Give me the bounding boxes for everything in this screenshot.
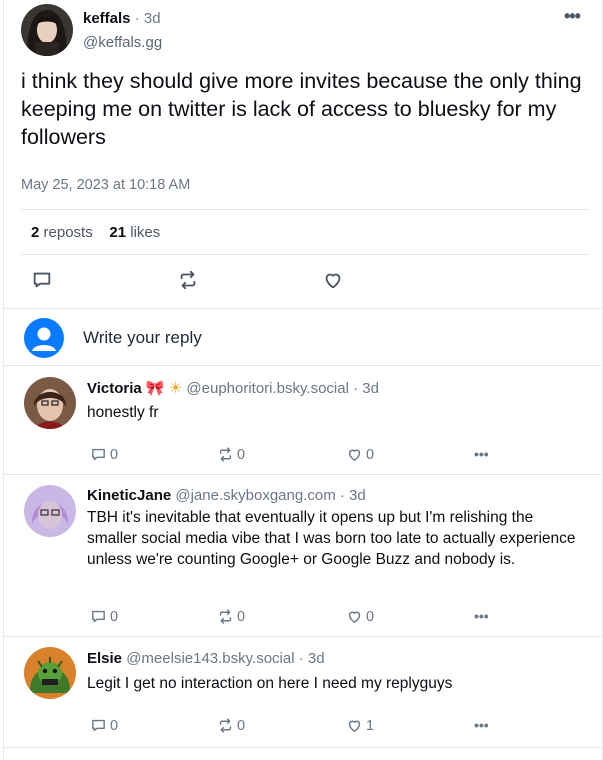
divider <box>21 254 590 255</box>
divider <box>21 209 590 210</box>
heart-icon <box>325 273 341 289</box>
reply-button[interactable]: 0 <box>90 446 118 463</box>
reply-author-handle[interactable]: @meelsie143.bsky.social <box>126 650 294 667</box>
comment-icon <box>92 448 105 461</box>
reply-author-line: KineticJane @jane.skyboxgang.com · 3d <box>87 487 366 504</box>
like-count: 1 <box>366 717 375 734</box>
ellipsis-icon[interactable]: ••• <box>564 6 581 27</box>
author-line: keffals · 3d <box>83 10 161 27</box>
reply-author-handle[interactable]: @euphoritori.bsky.social <box>186 380 349 397</box>
heart-icon <box>348 720 361 732</box>
reply-author-name[interactable]: Elsie <box>87 650 122 667</box>
reply-count: 0 <box>110 446 119 463</box>
avatar[interactable] <box>24 647 76 699</box>
repost-icon <box>219 447 232 462</box>
heart-icon <box>348 449 361 461</box>
reply-age: 3d <box>307 650 325 667</box>
reposts-label[interactable]: reposts <box>44 224 93 241</box>
likes-label[interactable]: likes <box>130 224 160 241</box>
user-avatar <box>24 318 64 358</box>
avatar[interactable] <box>21 4 73 56</box>
engagement-stats: 2 reposts 21 likes <box>31 224 160 241</box>
author-name[interactable]: keffals <box>83 10 131 27</box>
repost-count: 0 <box>237 717 246 734</box>
reply-button[interactable]: 0 <box>90 717 118 734</box>
post-age: 3d <box>143 10 161 27</box>
like-button[interactable]: 0 <box>346 446 374 463</box>
divider <box>4 308 603 309</box>
avatar[interactable] <box>24 485 76 537</box>
reply-age: 3d <box>349 487 366 504</box>
reply-author-name[interactable]: KineticJane <box>87 487 171 504</box>
dot-separator: · <box>134 10 144 27</box>
reply-author-handle[interactable]: @jane.skyboxgang.com <box>175 487 335 504</box>
divider <box>4 747 603 748</box>
reply-post[interactable]: KineticJane @jane.skyboxgang.com · 3d TB… <box>4 475 603 636</box>
like-count: 0 <box>366 446 375 463</box>
thread-view: keffals · 3d @keffals.gg ••• i think the… <box>3 0 603 760</box>
repost-button[interactable]: 0 <box>217 608 245 625</box>
ellipsis-icon[interactable]: ••• <box>474 717 489 733</box>
reply-count: 0 <box>110 717 119 734</box>
like-count: 0 <box>366 608 375 625</box>
repost-icon <box>180 270 196 290</box>
repost-icon <box>219 718 232 733</box>
avatar[interactable] <box>24 377 76 429</box>
reply-author-line: Victoria 🎀 ☀ @euphoritori.bsky.social · … <box>87 380 379 397</box>
post-timestamp: May 25, 2023 at 10:18 AM <box>21 177 191 193</box>
bow-emoji: 🎀 <box>145 380 165 397</box>
comment-icon <box>33 272 51 288</box>
post-text: i think they should give more invites be… <box>21 69 582 149</box>
reply-age: 3d <box>362 380 379 397</box>
reply-text: Legit I get no interaction on here I nee… <box>87 675 453 692</box>
reply-text: TBH it's inevitable that eventually it o… <box>87 509 576 568</box>
like-button[interactable]: 1 <box>346 717 374 734</box>
reply-author-line: Elsie @meelsie143.bsky.social · 3d <box>87 650 325 667</box>
repost-count: 0 <box>237 608 246 625</box>
reply-text: honestly fr <box>87 404 159 421</box>
likes-count[interactable]: 21 <box>109 224 126 241</box>
sun-emoji: ☀ <box>168 380 183 397</box>
ellipsis-icon[interactable]: ••• <box>474 446 489 462</box>
repost-button[interactable]: 0 <box>217 446 245 463</box>
like-button[interactable]: 0 <box>346 608 374 625</box>
repost-button[interactable]: 0 <box>217 717 245 734</box>
reply-count: 0 <box>110 608 119 625</box>
reply-author-name[interactable]: Victoria <box>87 380 142 397</box>
reposts-count[interactable]: 2 <box>31 224 39 241</box>
comment-icon <box>92 610 105 623</box>
author-handle[interactable]: @keffals.gg <box>83 34 162 51</box>
heart-icon <box>348 611 361 623</box>
like-button[interactable] <box>322 269 344 291</box>
reply-post[interactable]: Victoria 🎀 ☀ @euphoritori.bsky.social · … <box>4 366 603 474</box>
repost-count: 0 <box>237 446 246 463</box>
reply-input[interactable]: Write your reply <box>83 328 202 348</box>
repost-button[interactable] <box>177 269 199 291</box>
comment-icon <box>92 719 105 732</box>
reply-button[interactable]: 0 <box>90 608 118 625</box>
repost-icon <box>219 609 232 624</box>
ellipsis-icon[interactable]: ••• <box>474 608 489 624</box>
reply-post[interactable]: Elsie @meelsie143.bsky.social · 3d Legit… <box>4 637 603 747</box>
reply-button[interactable] <box>31 269 53 291</box>
user-avatar-icon <box>32 327 56 351</box>
